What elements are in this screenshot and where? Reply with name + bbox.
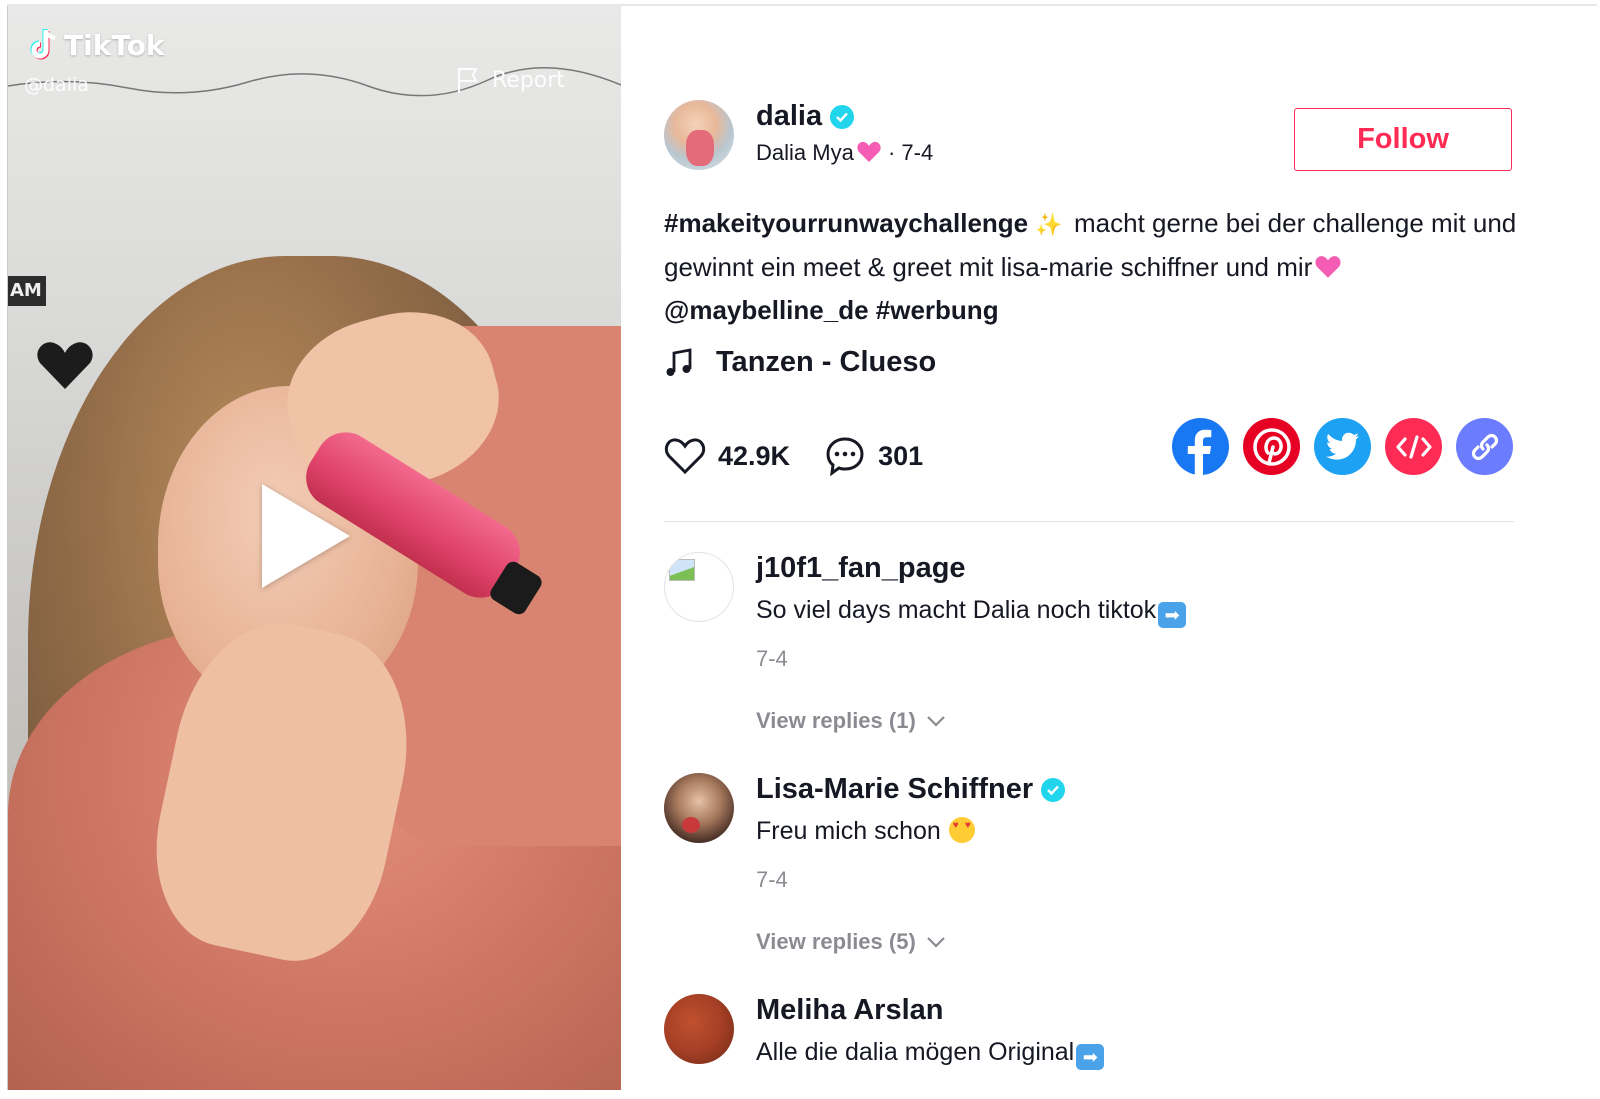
comment-date: 7-4	[756, 867, 788, 892]
right-arrow-emoji-icon: ➡	[1158, 602, 1187, 628]
like-count: 42.9K	[718, 440, 791, 471]
comment-username-text: Lisa-Marie Schiffner	[756, 773, 1034, 805]
engagement-stats: 42.9K 301	[664, 426, 957, 486]
flag-icon	[458, 68, 478, 93]
comment-avatar[interactable]	[664, 552, 734, 622]
video-info-panel: dalia Dalia Mya · 7-4 Follow #makeityour…	[664, 6, 1524, 1090]
chevron-down-icon	[927, 937, 945, 948]
follow-button[interactable]: Follow	[1294, 108, 1512, 171]
chevron-down-icon	[927, 716, 945, 727]
like-button[interactable]: 42.9K	[664, 437, 790, 475]
play-icon[interactable]	[262, 484, 350, 588]
comment-button[interactable]: 301	[824, 435, 923, 477]
video-player[interactable]: AM TikTok @dalia Report	[7, 6, 621, 1090]
mention-link[interactable]: @maybelline_de	[664, 295, 869, 325]
comment-text-content: Alle die dalia mögen Original	[756, 1038, 1075, 1066]
music-title: Tanzen - Clueso	[716, 346, 937, 378]
comment-count: 301	[878, 440, 924, 471]
broken-image-icon	[669, 559, 695, 581]
pink-heart-emoji-icon	[857, 141, 881, 162]
comment-avatar[interactable]	[664, 994, 734, 1064]
section-divider	[664, 521, 1514, 522]
report-button[interactable]: Report	[456, 66, 565, 94]
verified-badge-icon	[830, 104, 855, 129]
comment-date: 7-4	[756, 646, 788, 671]
author-nickname: Dalia Mya	[756, 140, 854, 165]
video-handle: @dalia	[24, 74, 89, 96]
view-replies-label: View replies (5)	[756, 929, 916, 954]
twitter-share-button[interactable]	[1314, 418, 1371, 475]
embed-share-button[interactable]	[1385, 418, 1442, 475]
heart-icon	[664, 438, 706, 475]
tiktok-embed: AM TikTok @dalia Report dalia Dalia Mya …	[7, 4, 1597, 1090]
tiktok-note-icon	[30, 29, 56, 60]
hashtag-link[interactable]: #werbung	[876, 295, 999, 325]
comment-text: Alle die dalia mögen Original ➡	[756, 1038, 1105, 1070]
author-username[interactable]: dalia	[756, 100, 855, 133]
sparkle-emoji-icon: ✨	[1035, 212, 1063, 237]
facebook-share-button[interactable]	[1172, 418, 1229, 475]
link-icon	[1471, 433, 1498, 460]
tiktok-brand-text: TikTok	[64, 28, 165, 62]
music-link[interactable]: Tanzen - Clueso	[664, 346, 936, 379]
comment-username[interactable]: Meliha Arslan	[756, 994, 943, 1027]
comment-text: So viel days macht Dalia noch tiktok ➡	[756, 596, 1187, 628]
video-description: #makeityourrunwaychallenge ✨ macht gerne…	[664, 202, 1524, 332]
view-replies-button[interactable]: View replies (5)	[756, 929, 946, 955]
comment-username[interactable]: j10f1_fan_page	[756, 552, 966, 585]
author-subline: Dalia Mya · 7-4	[756, 140, 933, 166]
tiktok-logo[interactable]: TikTok	[28, 28, 165, 62]
pinterest-icon	[1252, 427, 1291, 466]
hashtag-link[interactable]: #makeityourrunwaychallenge	[664, 208, 1028, 238]
wall-sign: AM	[8, 276, 46, 306]
author-username-text: dalia	[756, 100, 823, 132]
twitter-icon	[1325, 432, 1359, 460]
author-avatar[interactable]	[664, 100, 734, 170]
verified-badge-icon	[1041, 777, 1066, 802]
embed-icon	[1395, 434, 1432, 459]
right-arrow-emoji-icon: ➡	[1076, 1044, 1105, 1070]
heart-eyes-emoji-icon	[948, 817, 975, 843]
share-buttons	[1172, 418, 1513, 475]
music-note-icon	[666, 347, 692, 376]
heart-decoration	[37, 342, 93, 389]
report-label: Report	[492, 67, 565, 93]
comment-text-content: So viel days macht Dalia noch tiktok	[756, 596, 1157, 624]
pinterest-share-button[interactable]	[1243, 418, 1300, 475]
author-row: dalia Dalia Mya · 7-4 Follow	[664, 100, 1524, 180]
comment-avatar[interactable]	[664, 773, 734, 843]
copy-link-button[interactable]	[1456, 418, 1513, 475]
pink-heart-emoji-icon	[1315, 256, 1341, 278]
author-post-date: · 7-4	[887, 140, 934, 165]
comment-text-content: Freu mich schon	[756, 817, 941, 845]
facebook-icon	[1187, 429, 1212, 475]
comment-text: Freu mich schon	[756, 817, 975, 846]
view-replies-button[interactable]: View replies (1)	[756, 708, 946, 734]
comment-username[interactable]: Lisa-Marie Schiffner	[756, 773, 1066, 806]
view-replies-label: View replies (1)	[756, 708, 916, 733]
comment-bubble-icon	[826, 437, 864, 477]
